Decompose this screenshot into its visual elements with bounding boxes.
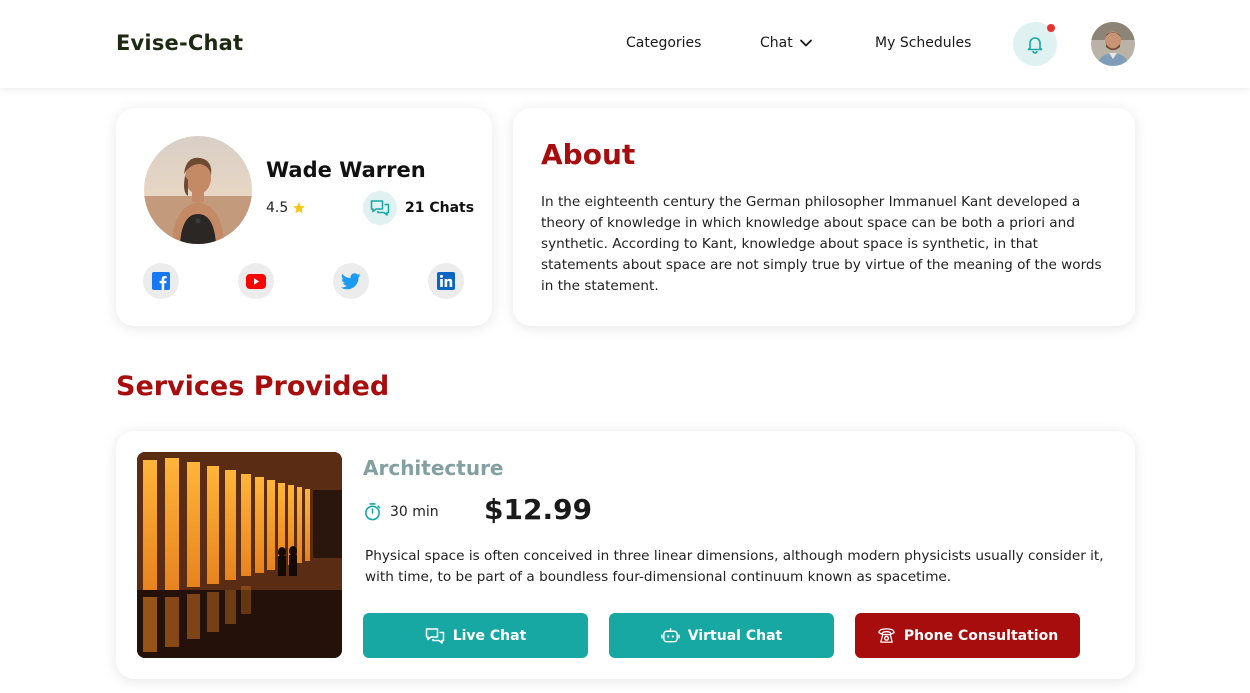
linkedin-icon (437, 272, 455, 290)
profile-card: Wade Warren 4.5 21 Chats (116, 108, 492, 326)
bot-icon (661, 627, 680, 642)
service-image (137, 452, 342, 658)
service-duration: 30 min (363, 502, 439, 521)
nav-categories[interactable]: Categories (626, 35, 701, 51)
live-chat-button[interactable]: Live Chat (363, 613, 588, 658)
chats-icon-badge (363, 191, 397, 225)
about-title: About (541, 138, 636, 171)
service-price: $12.99 (484, 493, 593, 526)
facebook-link[interactable] (143, 263, 179, 299)
top-navbar: Evise-Chat Categories Chat My Schedules (0, 0, 1250, 88)
profile-photo (144, 136, 252, 244)
chat-bubbles-icon (370, 200, 390, 216)
nav-chat-label: Chat (760, 35, 793, 51)
twitter-link[interactable] (333, 263, 369, 299)
virtual-chat-button[interactable]: Virtual Chat (609, 613, 834, 658)
service-card: Architecture 30 min $12.99 Physical spac… (116, 431, 1135, 679)
telephone-icon (878, 628, 895, 643)
notification-dot (1047, 24, 1055, 32)
about-card: About In the eighteenth century the Germ… (513, 108, 1135, 326)
phone-consultation-label: Phone Consultation (903, 627, 1059, 644)
virtual-chat-label: Virtual Chat (687, 627, 783, 644)
user-avatar[interactable] (1091, 22, 1135, 66)
linkedin-link[interactable] (428, 263, 464, 299)
live-chat-label: Live Chat (452, 627, 527, 644)
profile-name: Wade Warren (266, 158, 426, 182)
nav-my-schedules[interactable]: My Schedules (875, 35, 971, 51)
bell-icon (1027, 37, 1043, 54)
youtube-link[interactable] (238, 263, 274, 299)
duration-value: 30 min (390, 503, 439, 520)
twitter-icon (341, 272, 361, 289)
about-text: In the eighteenth century the German phi… (541, 194, 1102, 294)
rating-value: 4.5 (266, 200, 289, 216)
service-description: Physical space is often conceived in thr… (365, 548, 1104, 585)
service-name: Architecture (363, 456, 504, 480)
nav-chat-dropdown[interactable]: Chat (760, 35, 813, 51)
app-logo[interactable]: Evise-Chat (116, 31, 243, 55)
profile-rating: 4.5 (266, 200, 306, 216)
chevron-down-icon (799, 39, 812, 47)
services-title: Services Provided (116, 371, 390, 402)
facebook-icon (152, 272, 170, 290)
chat-bubbles-icon (425, 627, 444, 644)
chats-count: 21 Chats (405, 200, 475, 216)
phone-consultation-button[interactable]: Phone Consultation (855, 613, 1080, 658)
star-icon (293, 202, 306, 214)
timer-icon (365, 503, 381, 521)
notification-button[interactable] (1013, 22, 1057, 66)
youtube-icon (246, 273, 266, 289)
